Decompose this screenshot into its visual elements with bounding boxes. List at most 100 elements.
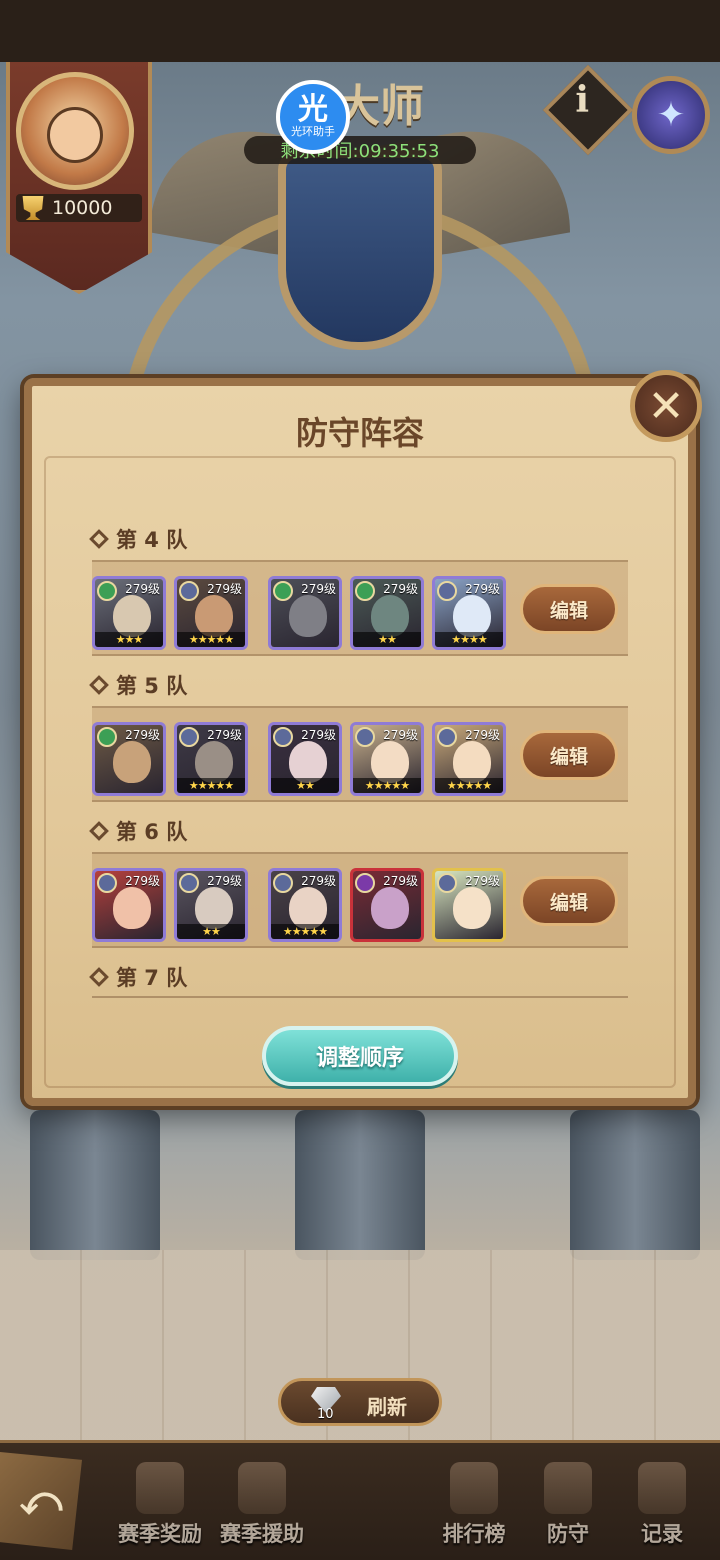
back-button[interactable]: ⤺: [0, 1452, 82, 1550]
trophy-icon: [22, 196, 44, 220]
emblem-shield: [278, 150, 442, 350]
diamond-bullet-icon: [89, 529, 109, 549]
crest-icon: [238, 1462, 286, 1514]
faction-icon: [273, 727, 293, 747]
logo-char: 光: [298, 92, 328, 127]
team-5-label: 第 5 队: [89, 670, 188, 700]
hero-stars: ★★★★★: [271, 924, 339, 939]
hero-stars: ★★: [271, 778, 339, 793]
quill-icon: [638, 1462, 686, 1514]
hero-level: 279级: [301, 582, 336, 596]
edit-team-button[interactable]: 编辑: [520, 876, 618, 926]
refresh-cost: 10: [317, 1407, 334, 1422]
hero-stars: ★★★★★: [353, 778, 421, 793]
hero-card[interactable]: 279级: [92, 868, 166, 942]
faction-icon: [179, 581, 199, 601]
hero-card[interactable]: 279级 ★★★: [92, 576, 166, 650]
hero-card[interactable]: 279级 ★★: [350, 576, 424, 650]
hero-level: 279级: [301, 728, 336, 742]
hero-stars: ★★: [353, 632, 421, 647]
adjust-order-button[interactable]: 调整顺序: [262, 1026, 458, 1086]
overlay-logo[interactable]: 光 光环助手: [276, 80, 350, 154]
hero-level: 279级: [125, 582, 160, 596]
nav-label: 赛季奖励: [118, 1522, 202, 1546]
hero-face: [195, 887, 233, 929]
info-icon: i: [575, 78, 590, 121]
shield-icon: [544, 1462, 592, 1514]
hero-level: 279级: [301, 874, 336, 888]
scroll-icon: [450, 1462, 498, 1514]
faction-icon: [355, 873, 375, 893]
hero-card[interactable]: 279级 ★★★★: [432, 576, 506, 650]
nav-defense[interactable]: 防守: [520, 1458, 616, 1558]
hero-card[interactable]: 279级 ★★★★★: [350, 722, 424, 796]
diamond-bullet-icon: [89, 675, 109, 695]
hero-level: 279级: [125, 728, 160, 742]
nav-season-aid[interactable]: 赛季援助: [214, 1458, 310, 1558]
logo-text: 光环助手: [291, 125, 335, 138]
trophy-score: 10000: [16, 194, 142, 222]
faction-icon: [179, 873, 199, 893]
hero-stars: ★★★★★: [177, 632, 245, 647]
status-bar-area: [0, 0, 720, 62]
team-label-text: 第 4 队: [116, 528, 188, 552]
hero-card[interactable]: 279级 ★★★★★: [432, 722, 506, 796]
team-label-text: 第 6 队: [116, 820, 188, 844]
nav-leaderboard[interactable]: 排行榜: [426, 1458, 522, 1558]
hero-card[interactable]: 279级 ★★★★★: [174, 722, 248, 796]
hero-level: 279级: [207, 728, 242, 742]
dialog-title: 防守阵容: [295, 414, 424, 452]
team-label-text: 第 5 队: [116, 674, 188, 698]
close-button[interactable]: ✕: [630, 370, 702, 442]
faction-icon: [437, 873, 457, 893]
nav-label: 赛季援助: [220, 1522, 304, 1546]
hero-card[interactable]: 279级 ★★: [268, 722, 342, 796]
hero-face: [195, 595, 233, 637]
pillar-center: [295, 1110, 425, 1260]
hero-card[interactable]: 279级: [268, 576, 342, 650]
pillar-right: [570, 1110, 700, 1260]
hero-face: [371, 887, 409, 929]
edit-team-button[interactable]: 编辑: [520, 730, 618, 780]
star-map-button[interactable]: ✦: [632, 76, 710, 154]
nav-label: 防守: [547, 1522, 589, 1546]
score-value: 10000: [52, 197, 113, 219]
faction-icon: [97, 873, 117, 893]
nav-label: 排行榜: [442, 1522, 506, 1546]
hero-level: 279级: [465, 582, 500, 596]
faction-icon: [97, 727, 117, 747]
hero-face: [289, 595, 327, 637]
back-arrow-icon: ⤺: [19, 1478, 63, 1524]
hero-face: [113, 741, 151, 783]
laurel-icon: [136, 1462, 184, 1514]
avatar[interactable]: [16, 72, 134, 190]
team-4-label: 第 4 队: [89, 524, 188, 554]
season-timer: 剩余时间:09:35:53: [244, 136, 476, 164]
hero-card[interactable]: 279级 ★★★★★: [174, 576, 248, 650]
hero-card[interactable]: 279级: [432, 868, 506, 942]
faction-icon: [355, 727, 375, 747]
diamond-bullet-icon: [89, 821, 109, 841]
hero-face: [453, 741, 491, 783]
hero-face: [453, 595, 491, 637]
hero-card[interactable]: 279级: [92, 722, 166, 796]
refresh-button[interactable]: 10 刷新: [278, 1378, 442, 1426]
faction-icon: [179, 727, 199, 747]
hero-face: [113, 595, 151, 637]
hero-face: [289, 887, 327, 929]
nav-season-rewards[interactable]: 赛季奖励: [112, 1458, 208, 1558]
hero-face: [195, 741, 233, 783]
hero-card[interactable]: 279级 ★★: [174, 868, 248, 942]
team-label-text: 第 7 队: [116, 966, 188, 990]
edit-team-button[interactable]: 编辑: [520, 584, 618, 634]
hero-card[interactable]: 279级: [350, 868, 424, 942]
faction-icon: [273, 873, 293, 893]
hero-face: [453, 887, 491, 929]
hero-stars: ★★★★: [435, 632, 503, 647]
hero-card[interactable]: 279级 ★★★★★: [268, 868, 342, 942]
diamond-bullet-icon: [89, 967, 109, 987]
hero-stars: ★★★: [95, 632, 163, 647]
nav-records[interactable]: 记录: [614, 1458, 710, 1558]
sparkle-icon: ✦: [656, 95, 686, 135]
hero-level: 279级: [465, 874, 500, 888]
